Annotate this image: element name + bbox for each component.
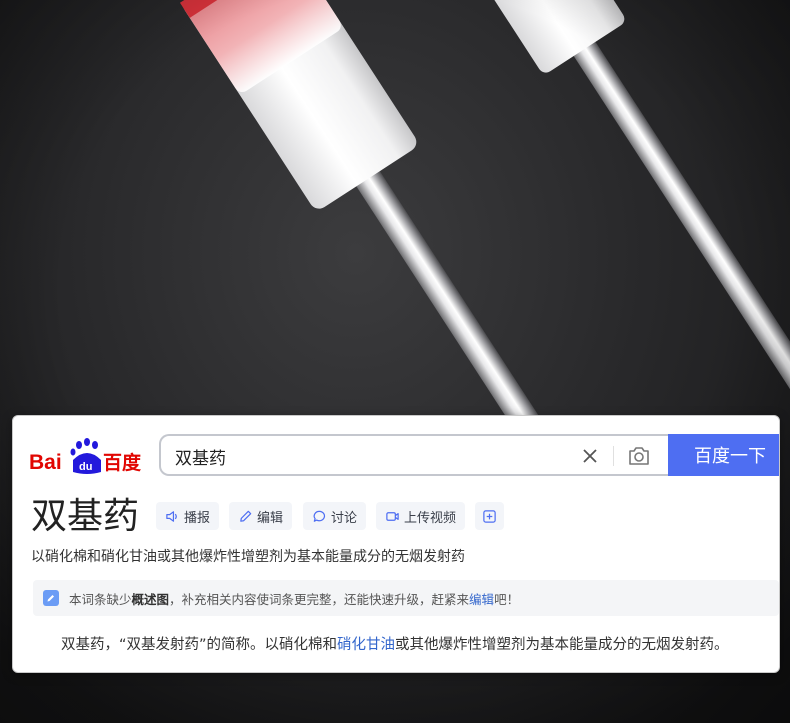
search-button[interactable]: 百度一下 <box>668 434 779 476</box>
add-button[interactable] <box>475 502 504 530</box>
body-part2: 或其他爆炸性增塑剂为基本能量成分的无烟发射药。 <box>395 637 729 653</box>
search-input[interactable] <box>175 445 555 467</box>
pencil-icon <box>240 510 252 522</box>
logo-du-text: du <box>79 461 92 473</box>
discuss-label: 讨论 <box>331 510 358 526</box>
broadcast-label: 播报 <box>184 510 211 526</box>
logo-cn-text: 百度 <box>103 451 142 474</box>
notice-edit-link[interactable]: 编辑 <box>469 589 494 608</box>
broadcast-button[interactable]: 播报 <box>156 502 220 530</box>
upload-video-label: 上传视频 <box>404 510 457 526</box>
notice-prefix: 本词条缺少 <box>69 591 132 607</box>
video-camera-icon <box>386 511 399 521</box>
notice-suffix: 吧！ <box>494 591 520 607</box>
edit-notice-icon <box>43 590 59 606</box>
edit-button[interactable]: 编辑 <box>229 502 293 530</box>
baike-search-card: Bai du 百度 百度一下 双基药 播报 编辑 <box>12 415 780 673</box>
divider <box>613 446 614 466</box>
nitroglycerin-link[interactable]: 硝化甘油 <box>337 637 395 653</box>
camera-icon[interactable] <box>627 445 651 467</box>
close-icon[interactable] <box>580 446 600 466</box>
edit-label: 编辑 <box>257 510 284 526</box>
notice-middle: ，补充相关内容使词条更完整，还能快速升级，赶紧来 <box>169 591 470 607</box>
chat-bubble-icon <box>313 510 326 522</box>
entry-summary: 以硝化棉和硝化甘油或其他爆炸性增塑剂为基本能量成分的无烟发射药 <box>31 549 465 565</box>
body-part1: 双基药，“双基发射药”的简称。以硝化棉和 <box>61 637 338 653</box>
upload-video-button[interactable]: 上传视频 <box>376 502 466 530</box>
baidu-logo[interactable]: Bai du 百度 <box>29 436 147 476</box>
discuss-button[interactable]: 讨论 <box>303 502 367 530</box>
logo-bai-text: Bai <box>29 451 62 474</box>
plus-square-icon <box>483 509 496 523</box>
entry-title: 双基药 <box>31 496 140 537</box>
entry-body: 双基药，“双基发射药”的简称。以硝化棉和硝化甘油或其他爆炸性增塑剂为基本能量成分… <box>61 633 729 654</box>
missing-image-notice: 本词条缺少 概述图 ，补充相关内容使词条更完整，还能快速升级，赶紧来 编辑 吧！ <box>33 580 779 616</box>
notice-bold: 概述图 <box>131 591 170 607</box>
speaker-icon <box>166 510 177 522</box>
